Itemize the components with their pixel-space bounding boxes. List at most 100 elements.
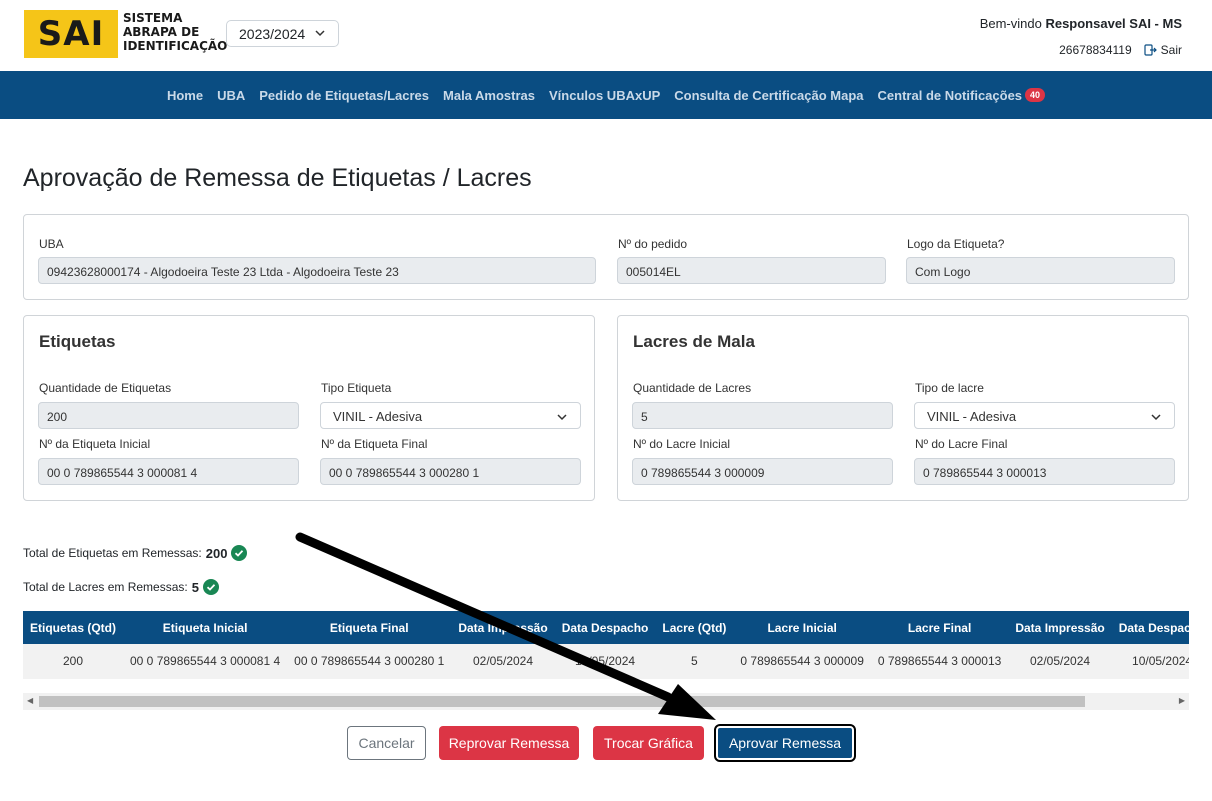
etiquetas-card: Etiquetas Quantidade de Etiquetas 200 Ti… <box>23 315 595 501</box>
approve-button[interactable]: Aprovar Remessa <box>714 724 856 762</box>
lacres-card: Lacres de Mala Quantidade de Lacres 5 Ti… <box>617 315 1189 501</box>
logo-etiqueta-field[interactable]: Com Logo <box>906 257 1175 284</box>
pedido-field[interactable]: 005014EL <box>617 257 886 284</box>
tipo-etiqueta-label: Tipo Etiqueta <box>321 381 392 395</box>
total-etiquetas: Total de Etiquetas em Remessas: 200 <box>23 545 248 561</box>
uba-field[interactable]: 09423628000174 - Algodoeira Teste 23 Ltd… <box>38 257 596 284</box>
col-data-despacho: Data Despacho <box>554 611 656 644</box>
nav-uba[interactable]: UBA <box>217 88 245 103</box>
nav-mala-amostras[interactable]: Mala Amostras <box>443 88 535 103</box>
table-cell: 02/05/2024 <box>1008 644 1112 679</box>
scroll-left-icon[interactable]: ◀ <box>27 696 33 705</box>
logo-subtitle-line: SISTEMA <box>123 11 183 25</box>
lacre-final-field[interactable]: 0 789865544 3 000013 <box>914 458 1175 485</box>
welcome-prefix: Bem-vindo <box>979 16 1042 31</box>
welcome-text: Bem-vindo Responsavel SAI - MS <box>980 16 1182 31</box>
table-cell: 5 <box>655 644 734 679</box>
change-printer-button[interactable]: Trocar Gráfica <box>593 726 704 760</box>
etiqueta-final-label: Nº da Etiqueta Final <box>321 437 428 451</box>
pedido-label: Nº do pedido <box>618 237 688 251</box>
check-circle-icon <box>202 579 219 595</box>
col-lacre-final: Lacre Final <box>870 611 1009 644</box>
logo-subtitle: SISTEMA ABRAPA DE IDENTIFICAÇÃO <box>123 11 228 53</box>
logout-link[interactable]: Sair <box>1144 43 1182 57</box>
table-header-row: Etiquetas (Qtd) Etiqueta Inicial Etiquet… <box>23 611 1189 644</box>
table-cell: 10/05/2024 <box>1111 644 1189 679</box>
col-etiqueta-final: Etiqueta Final <box>287 611 452 644</box>
horizontal-scrollbar[interactable]: ◀ ▶ <box>23 693 1189 710</box>
cancel-button[interactable]: Cancelar <box>347 726 426 760</box>
lacre-inicial-label: Nº do Lacre Inicial <box>633 437 731 451</box>
nav-vinculos[interactable]: Vínculos UBAxUP <box>549 88 660 103</box>
etiquetas-title: Etiquetas <box>39 332 116 351</box>
notification-badge: 40 <box>1025 88 1046 102</box>
top-header: SAI SISTEMA ABRAPA DE IDENTIFICAÇÃO 2023… <box>0 0 1212 71</box>
chevron-down-icon <box>1151 414 1161 421</box>
tipo-lacre-select[interactable]: VINIL - Adesiva <box>914 402 1175 429</box>
tipo-etiqueta-value: VINIL - Adesiva <box>333 409 423 424</box>
table-cell: 200 <box>23 644 123 679</box>
etiqueta-final-field[interactable]: 00 0 789865544 3 000280 1 <box>320 458 581 485</box>
qtd-lacres-field[interactable]: 5 <box>632 402 893 429</box>
col-lacre-inicial: Lacre Inicial <box>733 611 871 644</box>
col-data-impressao: Data Impressão <box>451 611 555 644</box>
table-row[interactable]: 200 00 0 789865544 3 000081 4 00 0 78986… <box>23 644 1189 679</box>
chevron-down-icon <box>557 414 567 421</box>
chevron-down-icon <box>315 30 325 37</box>
logo-subtitle-line: ABRAPA DE <box>123 25 200 39</box>
sai-logo[interactable]: SAI <box>24 10 118 58</box>
logout-label: Sair <box>1160 43 1182 57</box>
total-lacres-label: Total de Lacres em Remessas: <box>23 580 188 594</box>
qtd-etiquetas-label: Quantidade de Etiquetas <box>39 381 172 395</box>
etiqueta-inicial-label: Nº da Etiqueta Inicial <box>39 437 151 451</box>
scroll-right-icon[interactable]: ▶ <box>1179 696 1185 705</box>
scroll-thumb[interactable] <box>39 696 1085 707</box>
col-etiqueta-inicial: Etiqueta Inicial <box>123 611 288 644</box>
col-data-despacho-lacre: Data Despacho <box>1111 611 1189 644</box>
user-id: 26678834119 <box>1059 43 1132 57</box>
nav-home[interactable]: Home <box>167 88 203 103</box>
logout-icon <box>1144 44 1157 56</box>
year-value: 2023/2024 <box>239 26 306 42</box>
total-lacres-value: 5 <box>191 579 199 595</box>
total-lacres: Total de Lacres em Remessas: 5 <box>23 579 219 595</box>
total-etiquetas-value: 200 <box>205 545 228 561</box>
order-card: UBA 09423628000174 - Algodoeira Teste 23… <box>23 214 1189 300</box>
table-cell: 00 0 789865544 3 000280 1 <box>287 644 452 679</box>
col-lacre-qtd: Lacre (Qtd) <box>655 611 734 644</box>
tipo-lacre-value: VINIL - Adesiva <box>927 409 1017 424</box>
reject-button[interactable]: Reprovar Remessa <box>439 726 579 760</box>
lacres-title: Lacres de Mala <box>633 332 755 351</box>
lacre-final-label: Nº do Lacre Final <box>915 437 1008 451</box>
nav-pedido-etiquetas[interactable]: Pedido de Etiquetas/Lacres <box>259 88 429 103</box>
logo-text: SAI <box>37 14 105 54</box>
logo-etiqueta-label: Logo da Etiqueta? <box>907 237 1005 251</box>
year-select[interactable]: 2023/2024 <box>226 20 339 47</box>
tipo-etiqueta-select[interactable]: VINIL - Adesiva <box>320 402 581 429</box>
check-circle-icon <box>231 545 248 561</box>
etiqueta-inicial-field[interactable]: 00 0 789865544 3 000081 4 <box>38 458 299 485</box>
nav-consulta-certificacao[interactable]: Consulta de Certificação Mapa <box>674 88 863 103</box>
user-line: 26678834119 Sair <box>1059 43 1182 57</box>
remessa-table: Etiquetas (Qtd) Etiqueta Inicial Etiquet… <box>23 611 1189 679</box>
total-etiquetas-label: Total de Etiquetas em Remessas: <box>23 546 202 560</box>
table-cell: 0 789865544 3 000009 <box>733 644 871 679</box>
table-cell: 02/05/2024 <box>451 644 555 679</box>
nav-central-notificacoes[interactable]: Central de Notificações 40 <box>878 88 1046 103</box>
col-data-impressao-lacre: Data Impressão <box>1008 611 1112 644</box>
table-cell: 0 789865544 3 000013 <box>870 644 1009 679</box>
tipo-lacre-label: Tipo de lacre <box>915 381 984 395</box>
logo-subtitle-line: IDENTIFICAÇÃO <box>123 39 228 53</box>
main-nav: Home UBA Pedido de Etiquetas/Lacres Mala… <box>0 71 1212 119</box>
remessa-table-wrapper: Etiquetas (Qtd) Etiqueta Inicial Etiquet… <box>23 611 1189 679</box>
col-etiquetas-qtd: Etiquetas (Qtd) <box>23 611 123 644</box>
user-name: Responsavel SAI - MS <box>1045 16 1182 31</box>
nav-notificacoes-label: Central de Notificações <box>877 87 1023 103</box>
page-title: Aprovação de Remessa de Etiquetas / Lacr… <box>23 164 532 192</box>
qtd-etiquetas-field[interactable]: 200 <box>38 402 299 429</box>
table-cell: 00 0 789865544 3 000081 4 <box>123 644 288 679</box>
qtd-lacres-label: Quantidade de Lacres <box>633 381 752 395</box>
lacre-inicial-field[interactable]: 0 789865544 3 000009 <box>632 458 893 485</box>
table-cell: 10/05/2024 <box>554 644 656 679</box>
uba-label: UBA <box>39 237 64 251</box>
